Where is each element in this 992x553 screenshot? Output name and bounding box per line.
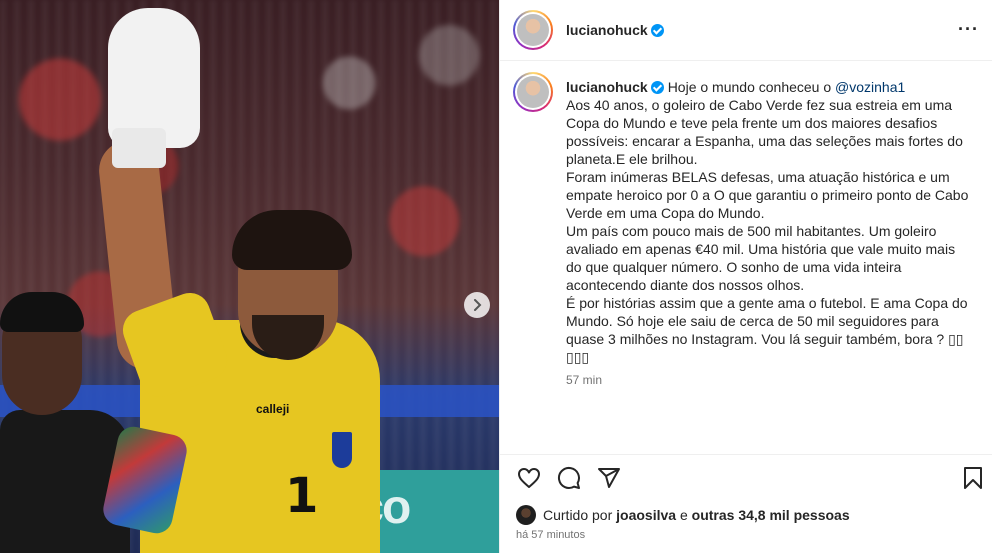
jersey-number: 1 xyxy=(285,468,319,524)
like-button[interactable] xyxy=(516,465,542,491)
save-button[interactable] xyxy=(960,465,986,491)
share-button[interactable] xyxy=(596,465,622,491)
caption-avatar[interactable] xyxy=(513,72,553,112)
verified-badge-icon xyxy=(650,81,664,94)
liker-username[interactable]: joaosilva xyxy=(616,507,676,523)
goalkeeper-glove xyxy=(108,8,200,148)
likes-summary[interactable]: Curtido por joaosilva e outras 34,8 mil … xyxy=(516,505,850,525)
jersey-brand: calleji xyxy=(256,402,290,416)
staff-member-hair xyxy=(0,292,84,332)
likes-others[interactable]: outras 34,8 mil pessoas xyxy=(692,507,850,523)
carousel-next-button[interactable] xyxy=(464,292,490,318)
caption-username[interactable]: lucianohuck xyxy=(566,79,664,95)
caption-body: Aos 40 anos, o goleiro de Cabo Verde fez… xyxy=(566,97,969,365)
goalkeeper-hair xyxy=(232,210,352,270)
post-detail-panel: lucianohuck ··· lucianohuck Hoje o mundo … xyxy=(499,0,992,553)
heart-icon xyxy=(518,468,540,488)
avatar[interactable] xyxy=(513,10,553,50)
comment-icon xyxy=(557,466,580,489)
glove-cuff xyxy=(112,128,166,168)
more-options-icon[interactable]: ··· xyxy=(958,20,979,38)
caption-text: lucianohuck Hoje o mundo conheceu o @vozi… xyxy=(566,78,970,366)
post-timestamp[interactable]: há 57 minutos xyxy=(516,529,585,541)
jersey-crest xyxy=(332,432,352,468)
header-username[interactable]: lucianohuck xyxy=(566,22,664,38)
caption-mention-link[interactable]: @vozinha1 xyxy=(835,79,905,95)
likes-middle: e xyxy=(679,507,688,523)
likes-prefix: Curtido por xyxy=(543,507,613,523)
share-icon xyxy=(598,468,620,488)
post-header: lucianohuck ··· xyxy=(500,0,992,61)
bookmark-icon xyxy=(964,467,982,489)
caption-intro: Hoje o mundo conheceu o xyxy=(667,79,836,95)
verified-badge-icon xyxy=(650,24,664,37)
caption-section: lucianohuck Hoje o mundo conheceu o @vozi… xyxy=(500,62,992,454)
comment-button[interactable] xyxy=(556,465,582,491)
action-bar xyxy=(500,454,992,500)
post-photo[interactable]: nco calleji 1 xyxy=(0,0,499,553)
caption-timestamp[interactable]: 57 min xyxy=(566,373,602,387)
liker-avatar[interactable] xyxy=(516,505,536,525)
chevron-right-icon xyxy=(474,299,482,311)
